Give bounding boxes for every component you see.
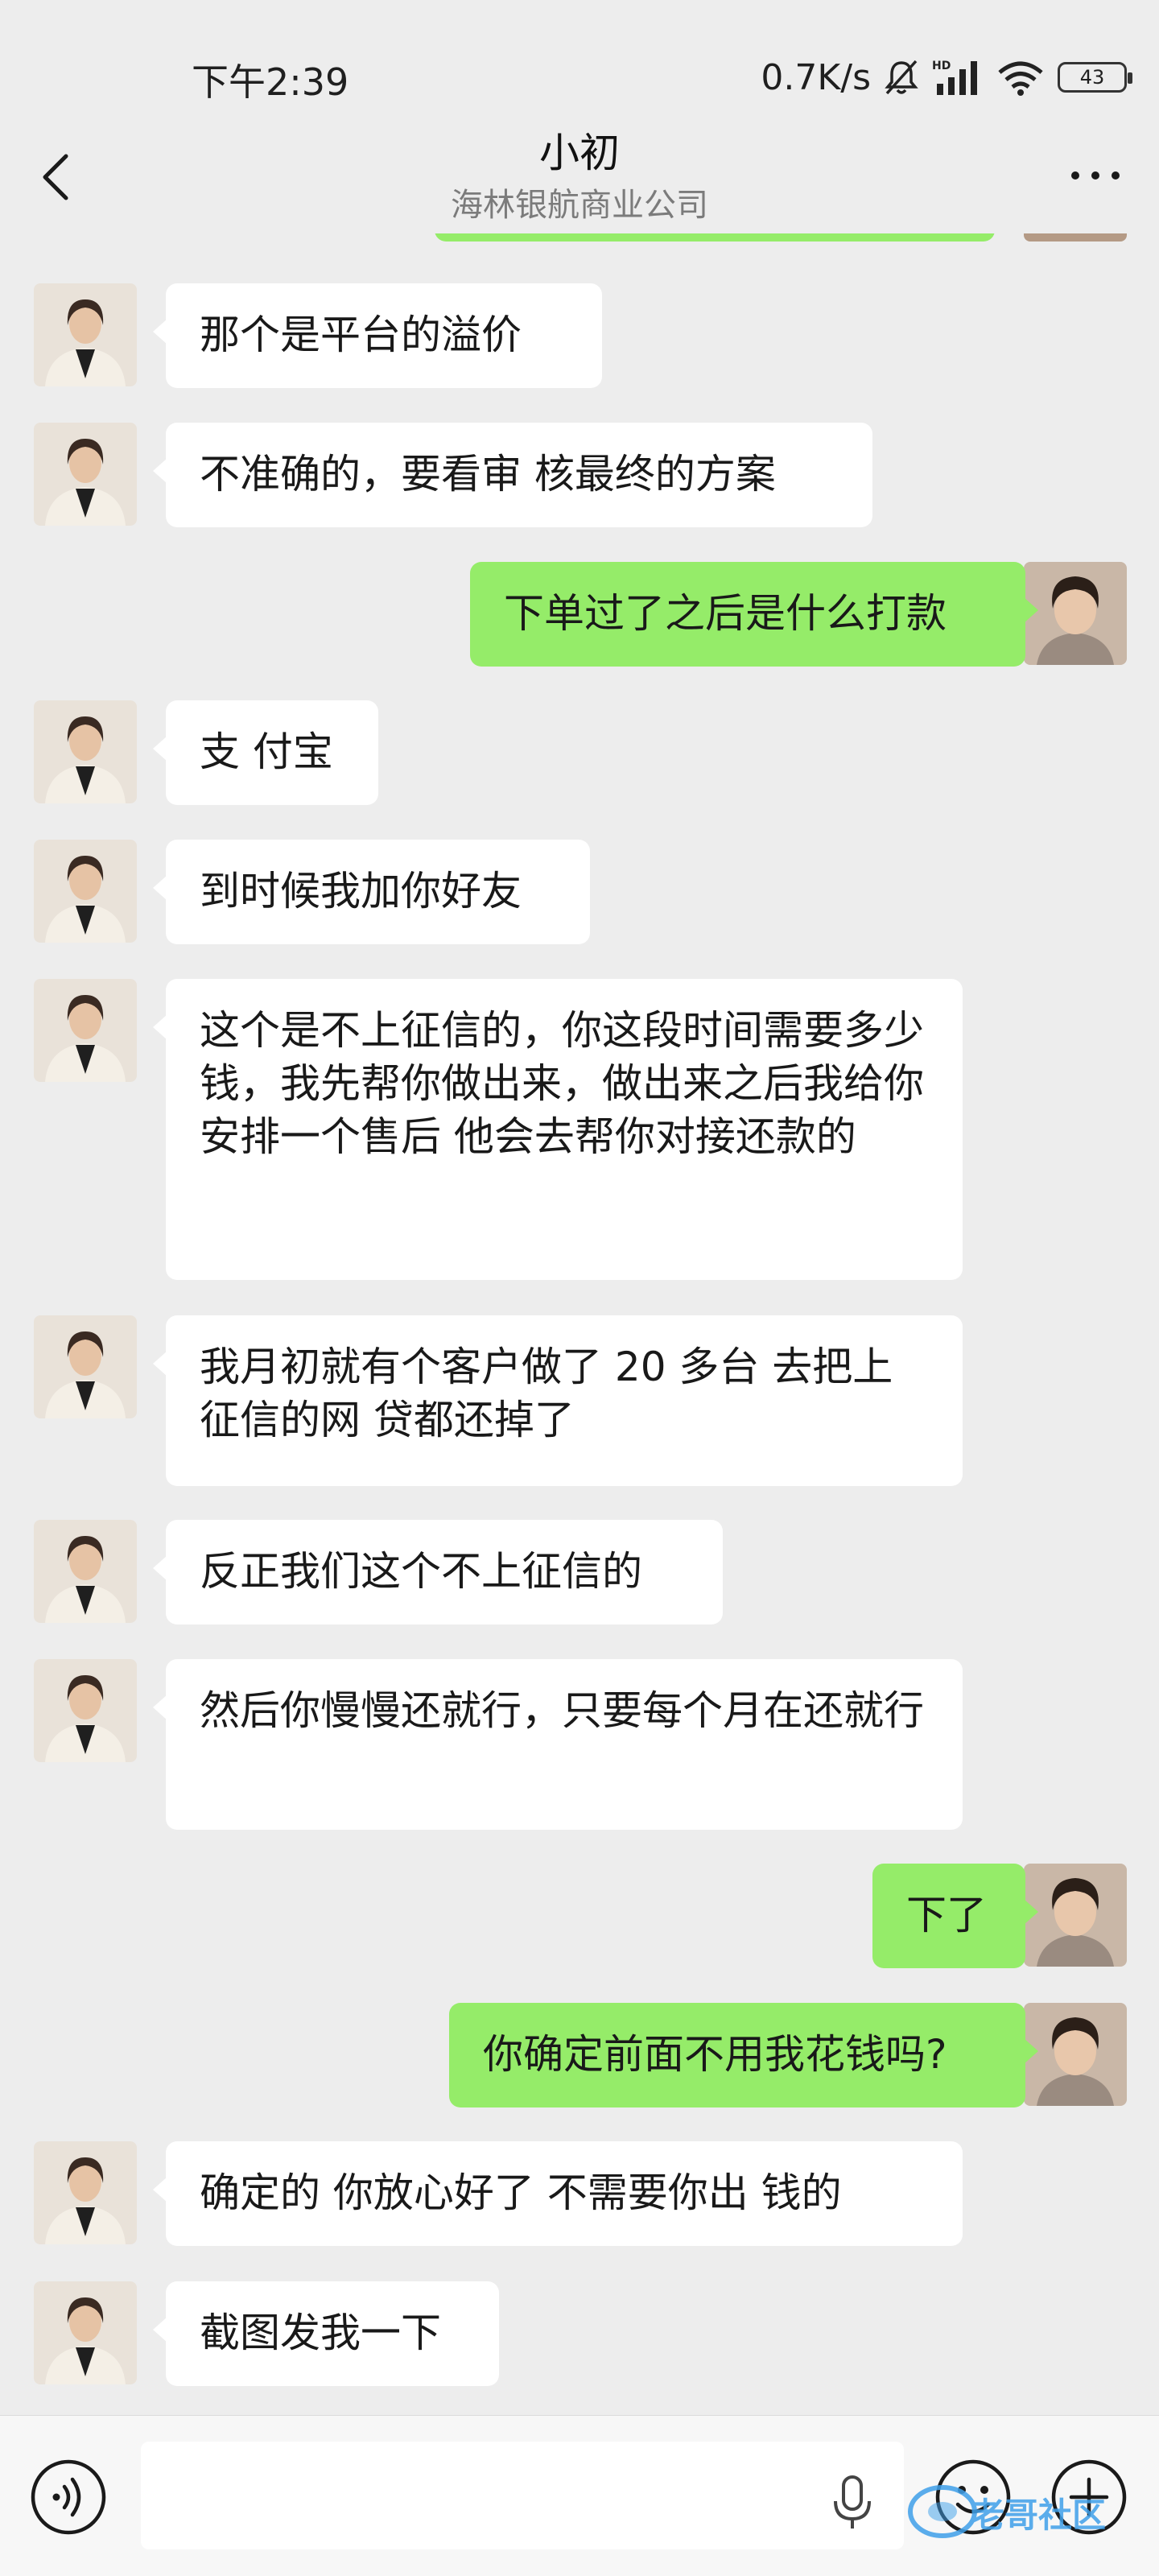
contact-avatar[interactable]	[34, 2141, 137, 2244]
microphone-icon[interactable]	[829, 2474, 876, 2532]
contact-avatar[interactable]	[34, 2281, 137, 2384]
mute-bell-icon	[885, 60, 918, 95]
received-message-row: 那个是平台的溢价	[0, 283, 1159, 388]
received-message-bubble[interactable]: 到时候我加你好友	[153, 840, 590, 944]
contact-avatar[interactable]	[34, 1659, 137, 1762]
contact-avatar[interactable]	[34, 283, 137, 386]
chat-header: 小初 海林银航商业公司	[0, 113, 1159, 233]
received-message-bubble[interactable]: 然后你慢慢还就行，只要每个月在还就行	[153, 1659, 963, 1830]
wifi-icon	[998, 61, 1043, 96]
received-message-row: 不准确的，要看审 核最终的方案	[0, 423, 1159, 527]
sent-message-bubble[interactable]: 下单过了之后是什么打款	[470, 562, 1038, 667]
svg-text:HD: HD	[932, 60, 951, 72]
watermark-text: 老哥社区	[971, 2496, 1107, 2535]
partial-sent-bubble	[435, 233, 995, 242]
sent-message-bubble[interactable]: 你确定前面不用我花钱吗?	[449, 2003, 1038, 2107]
voice-icon	[31, 2459, 106, 2535]
contact-avatar[interactable]	[34, 840, 137, 943]
received-message-bubble[interactable]: 不准确的，要看审 核最终的方案	[153, 423, 872, 527]
received-message-row: 截图发我一下	[0, 2281, 1159, 2386]
received-message-row: 支 付宝	[0, 700, 1159, 805]
received-message-row: 然后你慢慢还就行，只要每个月在还就行	[0, 1659, 1159, 1830]
contact-avatar[interactable]	[34, 1520, 137, 1623]
message-input[interactable]	[141, 2442, 904, 2549]
received-message-row: 确定的 你放心好了 不需要你出 钱的	[0, 2141, 1159, 2246]
received-message-bubble[interactable]: 确定的 你放心好了 不需要你出 钱的	[153, 2141, 963, 2246]
battery-level: 43	[1079, 66, 1105, 89]
contact-avatar[interactable]	[34, 979, 137, 1082]
more-icon	[1071, 171, 1120, 180]
received-message-bubble[interactable]: 支 付宝	[153, 700, 378, 805]
sent-message-row: 下了	[0, 1864, 1159, 1968]
sent-message-row: 下单过了之后是什么打款	[0, 562, 1159, 667]
received-message-row: 反正我们这个不上征信的	[0, 1520, 1159, 1624]
received-message-bubble[interactable]: 我月初就有个客户做了 20 多台 去把上征信的网 贷都还掉了	[153, 1315, 963, 1486]
received-message-bubble[interactable]: 那个是平台的溢价	[153, 283, 602, 388]
input-bar: 老哥社区	[0, 2415, 1159, 2576]
partial-avatar	[1024, 233, 1127, 242]
status-indicators: 0.7K/s HD 43	[761, 53, 1132, 101]
more-button[interactable]	[1067, 159, 1124, 192]
received-message-row: 到时候我加你好友	[0, 840, 1159, 944]
chat-subtitle: 海林银航商业公司	[451, 187, 708, 224]
chat-title: 小初	[539, 130, 620, 176]
received-message-bubble[interactable]: 反正我们这个不上征信的	[153, 1520, 723, 1624]
network-speed: 0.7K/s	[761, 56, 871, 98]
sent-message-bubble[interactable]: 下了	[872, 1864, 1038, 1968]
received-message-row: 这个是不上征信的，你这段时间需要多少钱，我先帮你做出来，做出来之后我给你安排一个…	[0, 979, 1159, 1280]
sent-message-row: 你确定前面不用我花钱吗?	[0, 2003, 1159, 2107]
my-avatar[interactable]	[1024, 562, 1127, 665]
my-avatar[interactable]	[1024, 2003, 1127, 2106]
received-message-row: 我月初就有个客户做了 20 多台 去把上征信的网 贷都还掉了	[0, 1315, 1159, 1486]
watermark-badge-icon	[908, 2485, 977, 2538]
status-time: 下午2:39	[192, 60, 349, 104]
watermark-logo: 老哥社区	[906, 2472, 1148, 2561]
voice-button[interactable]	[29, 2458, 108, 2537]
received-message-bubble[interactable]: 截图发我一下	[153, 2281, 499, 2386]
contact-avatar[interactable]	[34, 423, 137, 526]
my-avatar[interactable]	[1024, 1864, 1127, 1967]
contact-avatar[interactable]	[34, 1315, 137, 1418]
contact-avatar[interactable]	[34, 700, 137, 803]
received-message-bubble[interactable]: 这个是不上征信的，你这段时间需要多少钱，我先帮你做出来，做出来之后我给你安排一个…	[153, 979, 963, 1280]
signal-icon: HD	[932, 60, 977, 95]
chat-screen: 下午2:39 0.7K/s HD 43 小初 海林银航商业公司 那个是平台的溢价…	[0, 0, 1159, 2576]
battery-icon: 43	[1058, 62, 1132, 93]
message-list[interactable]: 那个是平台的溢价不准确的，要看审 核最终的方案下单过了之后是什么打款支 付宝到时…	[0, 233, 1159, 2415]
